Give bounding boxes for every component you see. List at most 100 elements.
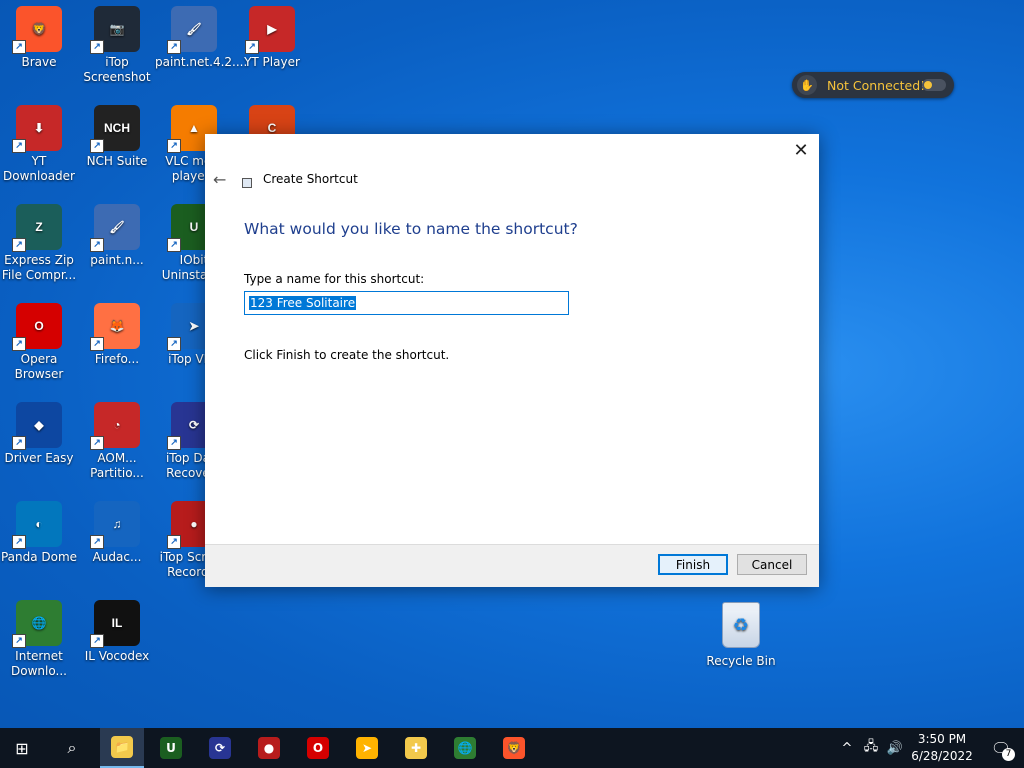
- file-explorer-icon: 📁: [111, 736, 133, 758]
- shortcut-arrow-icon: ↗: [90, 238, 104, 252]
- taskbar-internet-download-manager[interactable]: 🌐: [443, 728, 487, 768]
- network-icon[interactable]: 🖧: [860, 728, 882, 768]
- taskbar-yt-tool[interactable]: ✚: [394, 728, 438, 768]
- dialog-footer: Finish Cancel: [205, 544, 819, 587]
- desktop-icon-label: Firefo...: [94, 352, 140, 366]
- shortcut-arrow-icon: ↗: [167, 139, 181, 153]
- itop-data-recovery-icon: ⟳: [209, 737, 231, 759]
- itop-screen-recorder-icon: ●: [258, 737, 280, 759]
- desktop-icon-label: paint.net.4.2....: [155, 55, 248, 69]
- desktop-icon-label: AOM... Partitio...: [90, 451, 144, 480]
- app-icon: ▶ ↗: [245, 6, 295, 54]
- cancel-button[interactable]: Cancel: [737, 554, 807, 575]
- back-arrow-icon[interactable]: ←: [213, 170, 226, 189]
- shortcut-arrow-icon: ↗: [90, 139, 104, 153]
- shortcut-arrow-icon: ↗: [245, 40, 259, 54]
- desktop-icon-label: Driver Easy: [4, 451, 74, 465]
- desktop-icon[interactable]: 📷 ↗ iTop Screenshot: [78, 2, 156, 85]
- clock[interactable]: 3:50 PM 6/28/2022: [902, 731, 982, 765]
- finish-button[interactable]: Finish: [658, 554, 728, 575]
- desktop-icon[interactable]: ▶ ↗ YT Player: [233, 2, 311, 70]
- search-icon: ⌕: [67, 738, 77, 757]
- desktop-icon[interactable]: IL ↗ IL Vocodex: [78, 596, 156, 664]
- app-icon: 📷 ↗: [90, 6, 140, 54]
- shortcut-name-value: 123 Free Solitaire: [249, 296, 357, 310]
- dialog-title: Create Shortcut: [263, 172, 358, 186]
- clock-date: 6/28/2022: [911, 749, 973, 763]
- close-icon[interactable]: ✕: [791, 140, 811, 161]
- taskbar-opera[interactable]: O: [296, 728, 340, 768]
- desktop-icon[interactable]: 🖌 ↗ paint.net.4.2....: [155, 2, 248, 70]
- shortcut-arrow-icon: ↗: [90, 40, 104, 54]
- app-icon: ◐ ↗: [12, 501, 62, 549]
- shortcut-arrow-icon: ↗: [12, 337, 26, 351]
- recycle-bin[interactable]: ♻ Recycle Bin: [706, 600, 776, 668]
- desktop-icon-label: Audac...: [92, 550, 142, 564]
- desktop-icon-label: Opera Browser: [14, 352, 64, 381]
- iobit-uninstaller-icon: U: [160, 737, 182, 759]
- desktop-icon-label: YT Player: [244, 55, 300, 69]
- shortcut-arrow-icon: ↗: [90, 634, 104, 648]
- desktop-icon-label: YT Downloader: [3, 154, 75, 183]
- shortcut-arrow-icon: ↗: [90, 436, 104, 450]
- notification-center-icon[interactable]: 🗨 7: [990, 737, 1015, 761]
- shortcut-name-label: Type a name for this shortcut:: [244, 272, 425, 286]
- recycle-bin-icon: ♻: [722, 602, 760, 648]
- shortcut-arrow-icon: ↗: [90, 337, 104, 351]
- shortcut-app-icon: [242, 178, 252, 188]
- recycle-bin-label: Recycle Bin: [706, 654, 776, 668]
- shortcut-arrow-icon: ↗: [167, 238, 181, 252]
- taskbar-brave[interactable]: 🦁: [492, 728, 536, 768]
- shortcut-arrow-icon: ↗: [167, 535, 181, 549]
- taskbar-itop-screen-recorder[interactable]: ●: [247, 728, 291, 768]
- shortcut-arrow-icon: ↗: [12, 535, 26, 549]
- desktop-icon-label: Panda Dome: [0, 550, 78, 564]
- start-button[interactable]: ⊞: [0, 728, 44, 768]
- desktop-icon[interactable]: ◆ ↗ Driver Easy: [0, 398, 78, 466]
- desktop-icon[interactable]: 🦁 ↗ Brave: [0, 2, 78, 70]
- app-icon: NCH ↗: [90, 105, 140, 153]
- shortcut-arrow-icon: ↗: [12, 436, 26, 450]
- app-icon: ◔ ↗: [90, 402, 140, 450]
- app-icon: Z ↗: [12, 204, 62, 252]
- taskbar-itop-data-recovery[interactable]: ⟳: [198, 728, 242, 768]
- vpn-toggle[interactable]: [922, 79, 946, 91]
- desktop-icon[interactable]: 🖌 ↗ paint.n...: [78, 200, 156, 268]
- opera-icon: O: [307, 737, 329, 759]
- desktop-icon-label: Express Zip File Compr...: [1, 253, 77, 282]
- create-shortcut-dialog: ✕ ← Create Shortcut What would you like …: [205, 134, 819, 587]
- shortcut-arrow-icon: ↗: [12, 40, 26, 54]
- internet-download-manager-icon: 🌐: [454, 737, 476, 759]
- desktop-icon[interactable]: ⬇ ↗ YT Downloader: [0, 101, 78, 184]
- app-icon: 🖌 ↗: [90, 204, 140, 252]
- taskbar: ⊞ ⌕ 📁 U ⟳ ● O ➤ ✚ 🌐 🦁 ^ 🖧 🔊 3:50 PM 6/28/2022 🗨 …: [0, 728, 1024, 768]
- desktop-icon[interactable]: ◐ ↗ Panda Dome: [0, 497, 78, 565]
- shortcut-arrow-icon: ↗: [12, 634, 26, 648]
- yt-tool-icon: ✚: [405, 737, 427, 759]
- tray-chevron-icon[interactable]: ^: [836, 728, 858, 768]
- itop-vpn-icon: ➤: [356, 737, 378, 759]
- desktop-icon[interactable]: O ↗ Opera Browser: [0, 299, 78, 382]
- desktop-icon[interactable]: NCH ↗ NCH Suite: [78, 101, 156, 169]
- hand-icon: ✋: [797, 75, 817, 95]
- app-icon: 🦁 ↗: [12, 6, 62, 54]
- taskbar-file-explorer[interactable]: 📁: [100, 728, 144, 768]
- desktop-icon[interactable]: ♫ ↗ Audac...: [78, 497, 156, 565]
- vpn-status-widget[interactable]: ✋ Not Connected!: [792, 72, 954, 98]
- desktop-icon[interactable]: ◔ ↗ AOM... Partitio...: [78, 398, 156, 481]
- shortcut-arrow-icon: ↗: [167, 40, 181, 54]
- shortcut-name-input[interactable]: 123 Free Solitaire: [244, 291, 569, 315]
- desktop-icon-label: Brave: [21, 55, 57, 69]
- desktop-icon[interactable]: 🌐 ↗ Internet Downlo...: [0, 596, 78, 679]
- desktop-icon-label: IL Vocodex: [84, 649, 150, 663]
- dialog-heading: What would you like to name the shortcut…: [244, 220, 578, 238]
- shortcut-arrow-icon: ↗: [167, 337, 181, 351]
- finish-instruction: Click Finish to create the shortcut.: [244, 348, 450, 362]
- desktop-icon[interactable]: Z ↗ Express Zip File Compr...: [0, 200, 78, 283]
- shortcut-arrow-icon: ↗: [167, 436, 181, 450]
- app-icon: ♫ ↗: [90, 501, 140, 549]
- taskbar-itop-vpn[interactable]: ➤: [345, 728, 389, 768]
- desktop-icon[interactable]: 🦊 ↗ Firefo...: [78, 299, 156, 367]
- taskbar-iobit-uninstaller[interactable]: U: [149, 728, 193, 768]
- search-button[interactable]: ⌕: [50, 728, 94, 768]
